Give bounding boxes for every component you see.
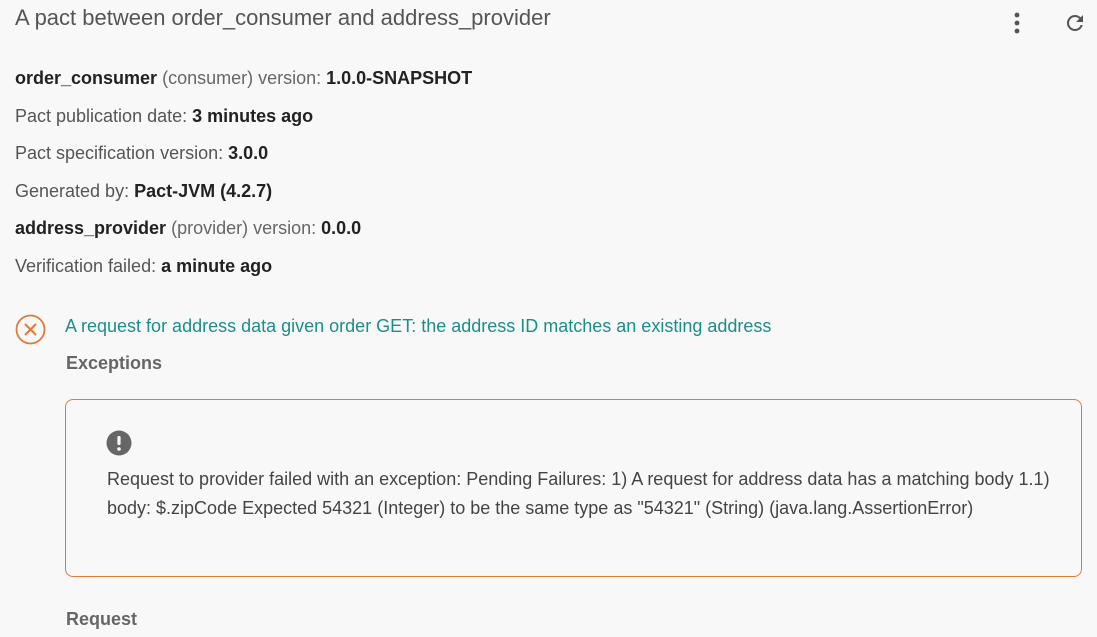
alert-circle-icon — [106, 430, 132, 456]
provider-line: address_provider (provider) version: 0.0… — [15, 216, 472, 254]
exception-box: Request to provider failed with an excep… — [65, 399, 1082, 577]
request-heading: Request — [66, 609, 138, 629]
pact-metadata: order_consumer (consumer) version: 1.0.0… — [15, 66, 472, 292]
more-vertical-icon — [1014, 12, 1020, 34]
verification-line: Verification failed: a minute ago — [15, 254, 472, 292]
publication-label: Pact publication date: — [15, 105, 193, 126]
spec-label: Pact specification version: — [15, 143, 229, 164]
provider-version: 0.0.0 — [321, 218, 362, 239]
publication-value: 3 minutes ago — [192, 105, 314, 126]
verification-label: Verification failed: — [15, 255, 162, 276]
consumer-role: (consumer) version: — [162, 68, 327, 88]
consumer-name: order_consumer — [15, 68, 158, 88]
generated-by-line: Generated by: Pact-JVM (4.2.7) — [15, 179, 472, 217]
exception-message: Request to provider failed with an excep… — [107, 469, 1050, 518]
more-options-button[interactable] — [1002, 8, 1032, 38]
publication-date-line: Pact publication date: 3 minutes ago — [15, 104, 472, 142]
generated-label: Generated by: — [15, 180, 135, 201]
spec-version-line: Pact specification version: 3.0.0 — [15, 141, 472, 179]
consumer-line: order_consumer (consumer) version: 1.0.0… — [15, 66, 472, 104]
verification-value: a minute ago — [161, 255, 273, 276]
provider-role: (provider) version: — [171, 218, 322, 239]
exceptions-heading: Exceptions — [66, 353, 163, 373]
interaction-title-link[interactable]: A request for address data given order G… — [65, 316, 771, 337]
page-title: A pact between order_consumer and addres… — [15, 5, 551, 30]
refresh-icon — [1066, 14, 1083, 31]
generated-value: Pact-JVM (4.2.7) — [134, 180, 273, 201]
refresh-button[interactable] — [1060, 8, 1090, 38]
consumer-version: 1.0.0-SNAPSHOT — [326, 68, 473, 88]
provider-name: address_provider — [15, 218, 167, 239]
failed-x-icon — [15, 314, 46, 345]
pact-page: A pact between order_consumer and addres… — [0, 0, 1097, 637]
spec-value: 3.0.0 — [228, 143, 269, 164]
